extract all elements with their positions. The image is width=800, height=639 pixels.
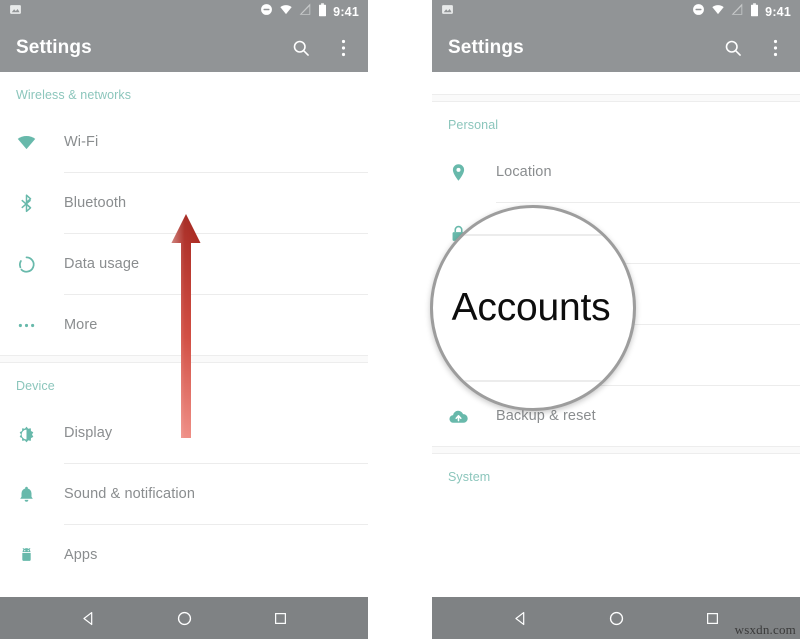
section-separator xyxy=(0,355,368,363)
list-item-label: Location xyxy=(496,164,552,180)
status-bar-left: 9:41 xyxy=(0,0,368,24)
battery-icon xyxy=(750,2,759,22)
list-item-data-usage[interactable]: Data usage xyxy=(0,234,368,294)
location-pin-icon xyxy=(448,162,474,183)
signal-off-icon xyxy=(299,3,312,21)
battery-icon xyxy=(318,2,327,22)
overflow-menu-icon[interactable] xyxy=(763,36,787,60)
list-item-label: Data usage xyxy=(64,256,140,272)
status-bar-notifications xyxy=(441,3,454,21)
system-nav-bar-left xyxy=(0,597,368,639)
app-bar-right: Settings xyxy=(432,24,800,72)
do-not-disturb-icon xyxy=(692,3,705,21)
data-usage-icon xyxy=(16,254,42,275)
search-icon[interactable] xyxy=(721,36,745,60)
android-icon xyxy=(16,545,42,566)
list-item-more[interactable]: More xyxy=(0,295,368,355)
list-item-label: Display xyxy=(64,425,113,441)
app-bar-actions xyxy=(721,36,787,60)
app-bar-left: Settings xyxy=(0,24,368,72)
back-button[interactable] xyxy=(503,601,537,635)
status-bar-system-icons: 9:41 xyxy=(692,2,791,22)
settings-list-left: Wireless & networks Wi-Fi Bluetooth Data… xyxy=(0,72,368,585)
section-separator xyxy=(432,94,800,102)
do-not-disturb-icon xyxy=(260,3,273,21)
list-item-bluetooth[interactable]: Bluetooth xyxy=(0,173,368,233)
list-item-apps[interactable]: Apps xyxy=(0,525,368,585)
recents-button[interactable] xyxy=(263,601,297,635)
section-header-device: Device xyxy=(16,379,55,393)
list-item-display[interactable]: Display xyxy=(0,403,368,463)
more-dots-icon xyxy=(16,315,42,336)
search-icon[interactable] xyxy=(289,36,313,60)
section-header-system: System xyxy=(448,470,491,484)
image-icon xyxy=(441,3,454,21)
home-button[interactable] xyxy=(599,601,633,635)
list-item-sound-notification[interactable]: Sound & notification xyxy=(0,464,368,524)
list-item-label: Tap & pay xyxy=(469,72,540,73)
section-header-personal: Personal xyxy=(448,118,499,132)
list-item-label: Sound & notification xyxy=(64,486,195,502)
tap-and-pay-icon xyxy=(448,72,469,77)
brightness-icon xyxy=(16,423,42,444)
list-item-label: Apps xyxy=(64,547,98,563)
app-bar-actions xyxy=(289,36,355,60)
app-bar-title: Settings xyxy=(16,37,92,58)
watermark: wsxdn.com xyxy=(734,622,796,637)
status-bar-clock: 9:41 xyxy=(765,4,791,19)
cloud-upload-icon xyxy=(448,406,474,427)
magnified-divider-top xyxy=(433,234,633,236)
back-button[interactable] xyxy=(71,601,105,635)
status-bar-notifications xyxy=(9,3,22,21)
status-bar-system-icons: 9:41 xyxy=(260,2,359,22)
list-item-wifi[interactable]: Wi-Fi xyxy=(0,112,368,172)
wifi-icon xyxy=(16,132,42,153)
list-item-label: Bluetooth xyxy=(64,195,127,211)
list-item-location[interactable]: Location xyxy=(432,142,800,202)
screenshot-stage: 9:41 Settings Wireless & networks Wi-Fi … xyxy=(0,0,800,639)
status-bar-right: 9:41 xyxy=(432,0,800,24)
overflow-menu-icon[interactable] xyxy=(331,36,355,60)
wifi-icon xyxy=(711,3,725,21)
section-separator xyxy=(432,446,800,454)
phone-screen-left: 9:41 Settings Wireless & networks Wi-Fi … xyxy=(0,0,368,639)
list-item-label: More xyxy=(64,317,98,333)
list-item-tap-and-pay[interactable]: Tap & pay xyxy=(432,72,800,94)
magnified-label-accounts: Accounts xyxy=(451,286,611,329)
bluetooth-icon xyxy=(16,193,42,214)
magnified-divider-bottom xyxy=(433,380,633,382)
list-item-label: Backup & reset xyxy=(496,408,596,424)
app-bar-title: Settings xyxy=(448,37,524,58)
recents-button[interactable] xyxy=(695,601,729,635)
status-bar-clock: 9:41 xyxy=(333,4,359,19)
magnifier-callout: Accounts xyxy=(430,205,636,411)
signal-off-icon xyxy=(731,3,744,21)
image-icon xyxy=(9,3,22,21)
list-item-label: Wi-Fi xyxy=(64,134,99,150)
section-header-wireless: Wireless & networks xyxy=(16,88,132,102)
bell-icon xyxy=(16,484,42,505)
home-button[interactable] xyxy=(167,601,201,635)
wifi-icon xyxy=(279,3,293,21)
